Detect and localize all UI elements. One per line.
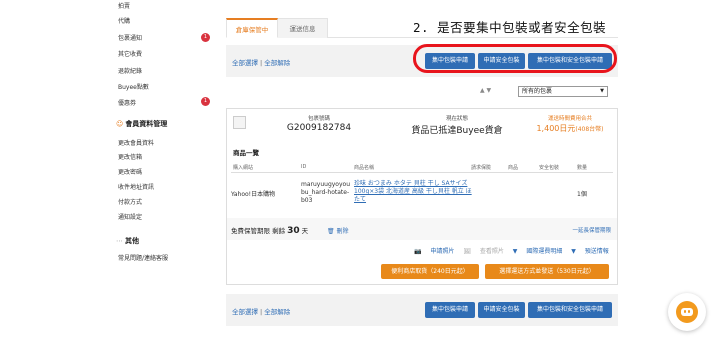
storage-period-row: 免費保管期限 剩餘 30 天 🗑 刪除 一延長保管期限 bbox=[227, 218, 617, 240]
package-info-row: 包裹號碼 G2009182784 現在狀態 貨品已抵達Buyee貨倉 運送時間費… bbox=[227, 109, 617, 141]
selection-links: 全部選擇 | 全部解除 bbox=[232, 57, 290, 67]
row-id-line: b03 bbox=[301, 197, 313, 204]
robot-eye bbox=[688, 310, 690, 313]
sidebar-item-address[interactable]: 收件地址資訊 bbox=[118, 182, 154, 191]
storage-days-unit: 天 bbox=[301, 227, 309, 235]
fee-note: (408台幣) bbox=[575, 126, 604, 133]
tab-in-warehouse[interactable]: 倉庫保管中 bbox=[226, 18, 278, 38]
preview-info-link[interactable]: ▼ 預送情報 bbox=[571, 248, 609, 255]
select-all-link[interactable]: 全部選擇 bbox=[232, 59, 258, 67]
delete-link[interactable]: 🗑 刪除 bbox=[327, 226, 349, 235]
view-photo-label: 查看照片 bbox=[479, 248, 504, 255]
robot-face bbox=[681, 308, 693, 316]
column-header-qty: 數量 bbox=[577, 165, 588, 171]
sidebar-item-auction[interactable]: 拍賣 bbox=[118, 1, 130, 10]
view-photo-link[interactable]: 🖼 查看照片 bbox=[463, 248, 504, 255]
column-header-site: 購入網站 bbox=[233, 165, 254, 171]
request-photo-link[interactable]: 📷 申請照片 bbox=[414, 248, 454, 255]
bottom-toolbar: 全部選擇 | 全部解除 集中包裝申請 申請安全包裝 集中包裝和安全包裝申請 bbox=[226, 294, 618, 326]
ellipsis-icon: ⋯ bbox=[116, 237, 123, 245]
status-value: 貨品已抵達Buyee貨倉 bbox=[411, 126, 503, 136]
row-id-line: maruyuugyoyou bbox=[301, 181, 351, 188]
extend-storage-link[interactable]: 一延長保管期限 bbox=[572, 226, 611, 234]
fee-label: 運送時間費用合共 bbox=[547, 116, 592, 122]
package-panel: 包裹號碼 G2009182784 現在狀態 貨品已抵達Buyee貨倉 運送時間費… bbox=[226, 108, 618, 285]
storage-remaining-label: 剩餘 bbox=[272, 227, 286, 235]
sidebar-item-points[interactable]: Buyee點數 bbox=[118, 82, 149, 91]
status-label: 現在狀態 bbox=[445, 116, 468, 122]
package-number-label: 包裹號碼 bbox=[307, 116, 330, 122]
sidebar-item-notifications[interactable]: 通知設定 bbox=[118, 212, 142, 221]
sidebar-item-change-email[interactable]: 更改信箱 bbox=[118, 152, 142, 161]
column-header-name: 商品名稱 bbox=[354, 165, 375, 171]
sidebar-item-faq[interactable]: 常見問題/連絡客服 bbox=[118, 253, 168, 262]
column-header-item: 商品 bbox=[508, 165, 519, 171]
sort-row: ▲ ▼ 所有的包裹 ▼ bbox=[480, 86, 615, 98]
other-section-label: 其他 bbox=[125, 237, 139, 245]
package-filter-value: 所有的包裹 bbox=[522, 88, 553, 95]
fee-amount: 1,400日元 bbox=[536, 124, 576, 133]
row-site: Yahoo!日本購物 bbox=[231, 191, 276, 198]
item-list-title: 商品一覽 bbox=[233, 149, 259, 157]
choose-shipping-button[interactable]: 選擇運送方式並發送（530日元起） bbox=[485, 264, 609, 279]
row-id: maruyuugyoyou bu_hard-hotate- b03 bbox=[301, 181, 350, 205]
trash-icon: 🗑 bbox=[327, 228, 335, 235]
safe-pack-button[interactable]: 申請安全包裝 bbox=[478, 302, 525, 318]
storage-days: 30 bbox=[287, 226, 300, 236]
other-section-heading: ⋯ 其他 bbox=[116, 236, 139, 246]
selection-links-bottom: 全部選擇 | 全部解除 bbox=[232, 306, 290, 316]
robot-eye bbox=[684, 310, 686, 313]
consolidate-button[interactable]: 集中包裝申請 bbox=[425, 302, 475, 318]
package-notice-badge: 1 bbox=[201, 33, 210, 42]
sidebar-item-edit-profile[interactable]: 更改會員資料 bbox=[118, 138, 154, 147]
intl-shipping-label: 國際運費明細 bbox=[526, 248, 563, 255]
sidebar-item-change-password[interactable]: 更改密碼 bbox=[118, 167, 142, 176]
separator: | bbox=[260, 59, 263, 67]
sidebar: 拍賣 代購 包裹通知 1 其它收費 退款紀錄 Buyee點數 優惠券 1 ☺ 會員… bbox=[112, 0, 214, 347]
storage-period-text: 免費保管期限 剩餘 30 天 bbox=[231, 225, 308, 236]
member-section-label: 會員資料管理 bbox=[125, 120, 168, 128]
column-header-insurance: 請求保險 bbox=[471, 165, 492, 171]
annotation-text: 2. 是否要集中包裝或者安全包裝 bbox=[413, 20, 607, 35]
action-links: 📷 申請照片 🖼 查看照片 ▼ 國際運費明細 ▼ 預送情報 bbox=[407, 246, 609, 255]
chat-assistant-button[interactable] bbox=[668, 293, 706, 331]
sort-arrows-icon[interactable]: ▲ ▼ bbox=[480, 87, 491, 94]
package-checkbox[interactable] bbox=[233, 116, 246, 129]
deselect-all-link[interactable]: 全部解除 bbox=[264, 59, 290, 67]
sidebar-item-coupons[interactable]: 優惠券 bbox=[118, 98, 136, 107]
consolidate-and-safe-pack-button[interactable]: 集中包裝和安全包裝申請 bbox=[528, 302, 612, 318]
sidebar-item-other-fees[interactable]: 其它收費 bbox=[118, 49, 142, 58]
tab-shipping-info[interactable]: 運送信息 bbox=[278, 18, 328, 38]
package-number: G2009182784 bbox=[286, 123, 352, 133]
storage-label: 免費保管期限 bbox=[231, 227, 270, 235]
select-all-link[interactable]: 全部選擇 bbox=[232, 308, 258, 316]
highlight-oval bbox=[413, 44, 617, 73]
row-id-line: bu_hard-hotate- bbox=[301, 189, 350, 196]
column-header-id: ID bbox=[301, 164, 307, 170]
user-icon: ☺ bbox=[116, 120, 124, 128]
sidebar-item-payment[interactable]: 付款方式 bbox=[118, 197, 142, 206]
sidebar-item-proxy[interactable]: 代購 bbox=[118, 16, 130, 25]
sidebar-item-package-notice[interactable]: 包裹通知 bbox=[118, 33, 142, 42]
row-qty: 1個 bbox=[577, 191, 587, 198]
header-divider bbox=[231, 172, 613, 173]
deselect-all-link[interactable]: 全部解除 bbox=[264, 308, 290, 316]
package-filter-select[interactable]: 所有的包裹 ▼ bbox=[518, 86, 608, 97]
member-section-heading: ☺ 會員資料管理 bbox=[116, 119, 167, 129]
intl-shipping-link[interactable]: ▼ 國際運費明細 bbox=[513, 248, 563, 255]
sidebar-item-refunds[interactable]: 退款紀錄 bbox=[118, 66, 142, 75]
row-product-name-link[interactable]: 珍味 おつまみ ホタテ 貝柱 干し SAサイズ 100g×3袋 北海道産 高級 … bbox=[354, 180, 472, 204]
fee-value: 1,400日元(408台幣) bbox=[527, 123, 613, 134]
request-photo-label: 申請照片 bbox=[430, 248, 455, 255]
separator: | bbox=[260, 308, 263, 316]
delete-label: 刪除 bbox=[336, 228, 349, 235]
chevron-down-icon: ▼ bbox=[600, 88, 604, 94]
convenience-store-pickup-button[interactable]: 便利商店取貨（240日元起） bbox=[381, 264, 479, 279]
column-header-safe-pack: 安全包裝 bbox=[539, 165, 560, 171]
robot-icon bbox=[676, 301, 698, 323]
preview-info-label: 預送情報 bbox=[584, 248, 609, 255]
coupons-badge: 1 bbox=[201, 97, 210, 106]
